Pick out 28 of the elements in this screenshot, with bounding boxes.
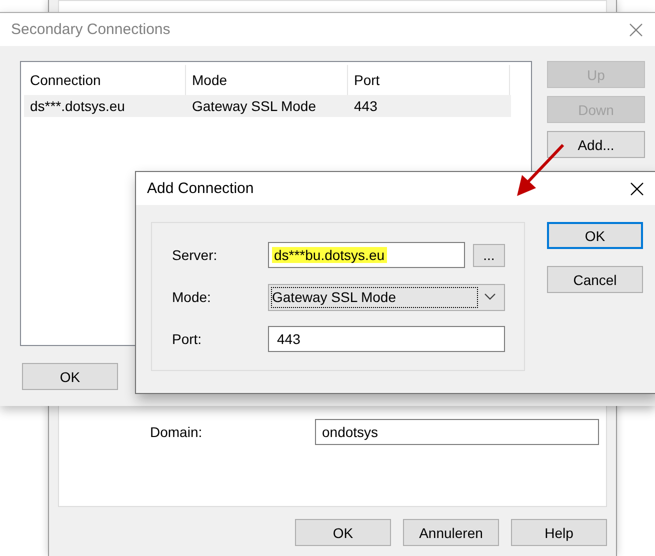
input-field[interactable]: ds***bu.dotsys.eu <box>268 242 465 268</box>
ok-button[interactable]: OK <box>22 363 118 390</box>
dialog-button[interactable]: OK <box>547 222 643 249</box>
field-value: 443 <box>276 331 302 347</box>
dialog-button[interactable]: Help <box>511 519 607 546</box>
field-label: Port: <box>172 331 203 347</box>
field-label: Mode: <box>172 289 212 305</box>
dialog-button[interactable]: Annuleren <box>403 519 499 546</box>
arrow-annotation <box>514 142 566 199</box>
field-label: Server: <box>172 247 218 263</box>
side-button[interactable]: Add... <box>547 131 645 158</box>
field-value: ds***bu.dotsys.eu <box>272 247 387 263</box>
close-icon[interactable] <box>630 182 644 196</box>
table-cell-text: Gateway SSL Mode <box>191 98 317 114</box>
field-label: Domain: <box>150 424 204 440</box>
window-title: Secondary Connections <box>11 21 170 38</box>
dialog-button[interactable]: OK <box>295 519 391 546</box>
table-cell-text: 443 <box>353 98 378 114</box>
browse-button[interactable]: ... <box>473 244 505 266</box>
chevron-icon <box>484 293 496 301</box>
input-field[interactable]: 443 <box>268 326 505 352</box>
table-cell-text: ds***.dotsys.eu <box>29 98 126 114</box>
dropdown-value: Gateway SSL Mode <box>271 286 478 308</box>
domain-field[interactable]: ondotsys <box>315 419 599 445</box>
dialog-button[interactable]: Cancel <box>547 266 643 293</box>
window-title: Add Connection <box>147 180 254 197</box>
table-row[interactable]: ds***.dotsys.eu Gateway SSL Mode 443 <box>24 95 511 117</box>
mode-dropdown[interactable]: Gateway SSL Mode <box>268 284 505 310</box>
